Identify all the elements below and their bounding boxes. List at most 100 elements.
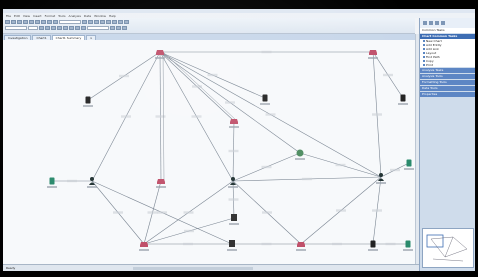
link-icon[interactable] <box>106 20 111 24</box>
chart-overview-map[interactable] <box>422 228 474 268</box>
copy-icon[interactable] <box>35 20 40 24</box>
chart-link[interactable] <box>162 51 238 122</box>
node-label <box>376 182 386 184</box>
underline-icon[interactable] <box>51 26 56 30</box>
new-icon[interactable] <box>5 20 10 24</box>
group-formatting-tools[interactable]: Formatting Tools <box>420 80 475 85</box>
italic-icon[interactable] <box>45 26 50 30</box>
phone-icon[interactable] <box>47 177 57 189</box>
filter-icon[interactable] <box>124 20 129 24</box>
app-window: File Edit View Insert Format Tools Analy… <box>3 9 475 271</box>
paste-icon[interactable] <box>41 20 46 24</box>
task-icon <box>423 48 425 50</box>
task-icon <box>423 52 425 54</box>
node-label <box>404 168 414 170</box>
node-label <box>155 57 165 59</box>
link-label <box>67 179 77 183</box>
align-center-icon[interactable] <box>63 26 68 30</box>
menu-insert[interactable]: Insert <box>33 14 42 18</box>
bank-icon[interactable] <box>227 240 237 251</box>
task-icon <box>423 56 425 58</box>
align-right-icon[interactable] <box>69 26 74 30</box>
bold-icon[interactable] <box>39 26 44 30</box>
menu-file[interactable]: File <box>6 14 11 18</box>
link-label <box>335 163 346 167</box>
link-label <box>332 242 342 246</box>
entity-icon[interactable] <box>112 20 117 24</box>
style-select[interactable] <box>87 26 109 30</box>
building-icon[interactable] <box>229 214 239 225</box>
link-label <box>184 229 194 233</box>
menu-data[interactable]: Data <box>84 14 91 18</box>
link-label <box>155 115 166 118</box>
node-label <box>295 158 305 160</box>
print-icon[interactable] <box>23 20 28 24</box>
zoom-in-icon[interactable] <box>82 20 87 24</box>
cut-icon[interactable] <box>29 20 34 24</box>
align-left-icon[interactable] <box>57 26 62 30</box>
car-icon[interactable] <box>139 242 149 251</box>
overview-graphic <box>426 234 468 262</box>
zoom-out-icon[interactable] <box>88 20 93 24</box>
link-chart[interactable] <box>3 40 415 264</box>
grid-icon[interactable] <box>110 26 115 30</box>
link-label <box>385 242 396 246</box>
zoom-select[interactable] <box>59 20 81 24</box>
forward-icon[interactable] <box>429 21 433 25</box>
phone-icon[interactable] <box>403 240 413 252</box>
font-size-select[interactable] <box>28 26 38 30</box>
person-icon[interactable] <box>376 173 386 184</box>
link-label <box>262 211 272 214</box>
line-style-icon[interactable] <box>81 26 86 30</box>
task-item[interactable]: Print <box>420 63 475 67</box>
redo-icon[interactable] <box>53 20 58 24</box>
phone-icon[interactable] <box>83 96 93 108</box>
save-icon[interactable] <box>17 20 22 24</box>
phone-icon[interactable] <box>260 94 270 106</box>
color-icon[interactable] <box>75 26 80 30</box>
phone-icon[interactable] <box>398 94 408 106</box>
car-icon[interactable] <box>296 242 306 251</box>
snap-icon[interactable] <box>116 26 121 30</box>
home-icon[interactable] <box>435 21 439 25</box>
font-select[interactable] <box>5 26 27 30</box>
link-label <box>336 209 346 212</box>
car-icon[interactable] <box>155 50 165 59</box>
menu-analysis[interactable]: Analysis <box>69 14 81 18</box>
node-label <box>368 57 378 59</box>
pin-icon[interactable] <box>441 21 445 25</box>
link-label <box>183 242 193 246</box>
menu-view[interactable]: View <box>23 14 30 18</box>
link-label <box>261 50 272 54</box>
group-analysis-tasks[interactable]: Analysis Tasks <box>420 68 475 73</box>
car-icon[interactable] <box>368 50 378 59</box>
car-icon[interactable] <box>156 179 166 188</box>
toolbar-row-2 <box>5 26 127 30</box>
person-icon[interactable] <box>228 177 238 188</box>
layout-icon[interactable] <box>118 20 123 24</box>
open-icon[interactable] <box>11 20 16 24</box>
select-icon[interactable] <box>94 20 99 24</box>
menu-tools[interactable]: Tools <box>58 14 65 18</box>
back-icon[interactable] <box>423 21 427 25</box>
group-analysis-tools[interactable]: Analysis Tools <box>420 74 475 79</box>
link-label <box>121 115 131 118</box>
link-label <box>372 113 382 116</box>
menu-edit[interactable]: Edit <box>14 14 20 18</box>
task-pane-toolbar <box>420 18 475 28</box>
menu-window[interactable]: Window <box>94 14 106 18</box>
menu-help[interactable]: Help <box>109 14 116 18</box>
car-icon[interactable] <box>229 119 239 128</box>
link-label <box>228 149 239 153</box>
node-label <box>139 249 149 251</box>
arrange-icon[interactable] <box>122 26 127 30</box>
task-icon <box>423 64 425 66</box>
group-properties[interactable]: Properties <box>420 92 475 97</box>
pan-icon[interactable] <box>100 20 105 24</box>
phone-icon[interactable] <box>368 240 378 252</box>
chart-canvas[interactable] <box>3 40 415 264</box>
menu-format[interactable]: Format <box>45 14 56 18</box>
group-data-tools[interactable]: Data Tools <box>420 86 475 91</box>
horizontal-scrollbar[interactable] <box>133 267 253 270</box>
undo-icon[interactable] <box>47 20 52 24</box>
